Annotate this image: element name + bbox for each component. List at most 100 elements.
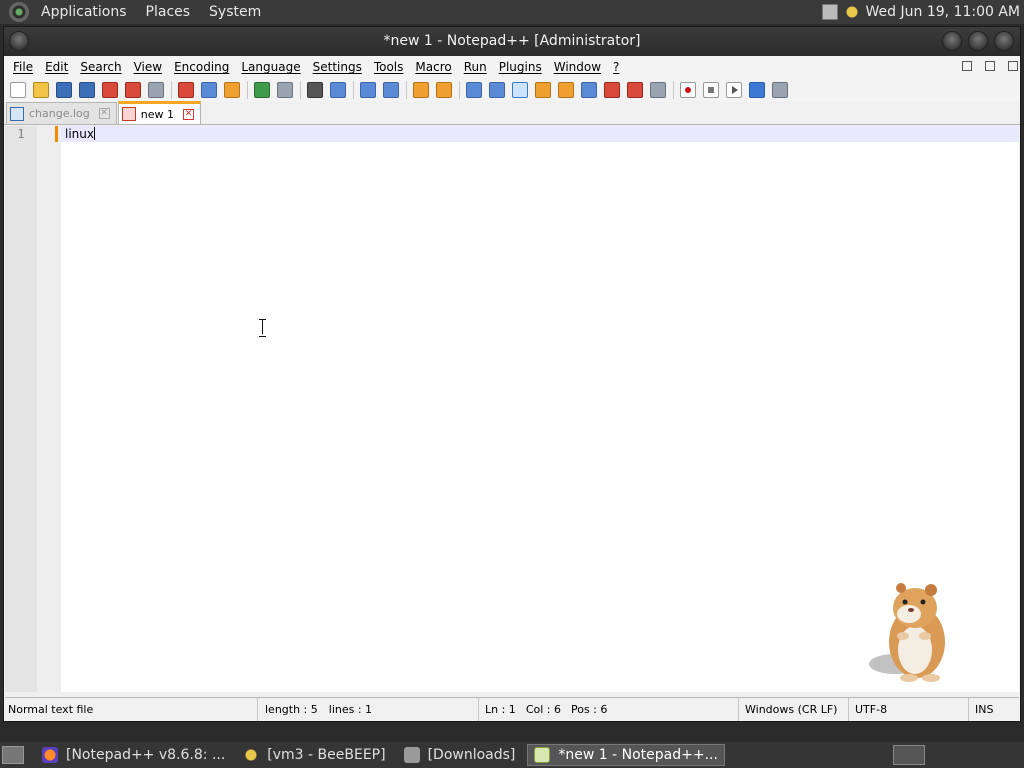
line-number: 1 xyxy=(17,127,25,141)
notepad-window: *new 1 - Notepad++ [Administrator] File … xyxy=(3,26,1021,722)
doc-restore-button[interactable] xyxy=(985,61,995,71)
print-icon[interactable] xyxy=(148,82,164,98)
distro-logo-icon[interactable] xyxy=(9,2,29,22)
menu-view[interactable]: View xyxy=(128,60,168,74)
tab-change-log[interactable]: change.log ✕ xyxy=(6,102,117,124)
menu-edit[interactable]: Edit xyxy=(39,60,74,74)
doc-minimize-button[interactable] xyxy=(962,61,972,71)
document-map-icon[interactable] xyxy=(581,82,597,98)
taskbar-item-notepadpp-site[interactable]: [Notepad++ v8.6.8: ... xyxy=(36,744,231,766)
window-titlebar[interactable]: *new 1 - Notepad++ [Administrator] xyxy=(4,27,1020,56)
change-marker xyxy=(55,126,58,142)
mouse-ibeam-cursor xyxy=(259,319,267,337)
taskbar-item-beebeep[interactable]: [vm3 - BeeBEEP] xyxy=(237,744,391,766)
menu-encoding[interactable]: Encoding xyxy=(168,60,235,74)
monitoring-icon[interactable] xyxy=(650,82,666,98)
menu-help[interactable]: ? xyxy=(607,60,625,74)
status-length-lines: length : 5 lines : 1 xyxy=(258,698,479,721)
show-desktop-icon[interactable] xyxy=(2,746,24,764)
menu-plugins[interactable]: Plugins xyxy=(493,60,548,74)
current-line-highlight xyxy=(61,126,1019,142)
taskbar: [Notepad++ v8.6.8: ... [vm3 - BeeBEEP] [… xyxy=(0,742,1024,768)
hamster-mascot-image xyxy=(869,583,945,682)
zoom-in-icon[interactable] xyxy=(360,82,376,98)
toolbar xyxy=(4,78,1020,102)
tab-close-icon[interactable]: ✕ xyxy=(98,108,110,119)
taskbar-item-notepadpp[interactable]: *new 1 - Notepad++... xyxy=(527,744,725,766)
text-caret xyxy=(93,127,95,140)
tab-label: change.log xyxy=(29,107,90,120)
save-all-icon[interactable] xyxy=(79,82,95,98)
places-menu[interactable]: Places xyxy=(139,4,198,20)
tab-close-icon[interactable]: ✕ xyxy=(182,108,194,120)
tab-label: new 1 xyxy=(140,107,174,121)
menu-bar: File Edit Search View Encoding Language … xyxy=(4,56,1020,78)
menu-run[interactable]: Run xyxy=(458,60,493,74)
sync-vertical-icon[interactable] xyxy=(413,82,429,98)
tab-new-1[interactable]: new 1 ✕ xyxy=(117,101,201,124)
fold-margin xyxy=(37,126,61,692)
folder-workspace-icon[interactable] xyxy=(604,82,620,98)
beebeep-icon xyxy=(243,747,260,763)
system-menu[interactable]: System xyxy=(202,4,268,20)
clipboard-history-icon[interactable] xyxy=(627,82,643,98)
minimize-button[interactable] xyxy=(942,31,962,51)
sync-horizontal-icon[interactable] xyxy=(436,82,452,98)
status-encoding: UTF-8 xyxy=(849,698,969,721)
word-wrap-icon[interactable] xyxy=(466,82,482,98)
line-number-gutter xyxy=(5,126,37,692)
menu-language[interactable]: Language xyxy=(235,60,306,74)
close-all-icon[interactable] xyxy=(125,82,141,98)
cut-icon[interactable] xyxy=(178,82,194,98)
file-icon xyxy=(121,107,136,121)
notepad-icon xyxy=(534,747,551,763)
run-macro-multiple-icon[interactable] xyxy=(749,82,765,98)
beebeep-tray-icon[interactable] xyxy=(843,4,860,20)
status-eol: Windows (CR LF) xyxy=(739,698,849,721)
new-file-icon[interactable] xyxy=(10,82,26,98)
taskbar-item-downloads[interactable]: [Downloads] xyxy=(398,744,522,766)
menu-tools[interactable]: Tools xyxy=(368,60,410,74)
workspace-switcher-icon[interactable] xyxy=(893,745,925,765)
close-button[interactable] xyxy=(994,31,1014,51)
redo-icon[interactable] xyxy=(277,82,293,98)
status-bar: Normal text file length : 5 lines : 1 Ln… xyxy=(5,697,1019,721)
menu-search[interactable]: Search xyxy=(74,60,127,74)
undo-icon[interactable] xyxy=(254,82,270,98)
close-icon[interactable] xyxy=(102,82,118,98)
copy-icon[interactable] xyxy=(201,82,217,98)
language-icon[interactable] xyxy=(535,82,551,98)
clock[interactable]: Wed Jun 19, 11:00 AM xyxy=(866,4,1020,20)
menu-settings[interactable]: Settings xyxy=(307,60,368,74)
show-all-chars-icon[interactable] xyxy=(489,82,505,98)
doc-close-button[interactable] xyxy=(1008,61,1018,71)
folder-icon xyxy=(403,747,420,763)
paste-icon[interactable] xyxy=(224,82,240,98)
save-icon[interactable] xyxy=(56,82,72,98)
zoom-out-icon[interactable] xyxy=(383,82,399,98)
menu-file[interactable]: File xyxy=(7,60,39,74)
file-icon xyxy=(10,106,24,121)
function-list-icon[interactable] xyxy=(558,82,574,98)
editor-text[interactable]: linux xyxy=(65,126,95,142)
save-macro-icon[interactable] xyxy=(772,82,788,98)
applications-menu[interactable]: Applications xyxy=(34,4,134,20)
open-file-icon[interactable] xyxy=(33,82,49,98)
status-filetype: Normal text file xyxy=(5,698,258,721)
status-insert-mode: INS xyxy=(975,703,994,716)
menu-window[interactable]: Window xyxy=(548,60,607,74)
editor-area[interactable]: 1 linux xyxy=(5,126,1019,692)
indent-guide-icon[interactable] xyxy=(512,82,528,98)
playback-macro-icon[interactable] xyxy=(726,82,742,98)
top-panel: Applications Places System Wed Jun 19, 1… xyxy=(0,0,1024,24)
record-macro-icon[interactable] xyxy=(680,82,696,98)
replace-icon[interactable] xyxy=(330,82,346,98)
menu-macro[interactable]: Macro xyxy=(409,60,457,74)
find-icon[interactable] xyxy=(307,82,323,98)
status-position: Ln : 1 Col : 6 Pos : 6 xyxy=(479,698,739,721)
window-menu-button[interactable] xyxy=(9,31,29,51)
stop-record-icon[interactable] xyxy=(703,82,719,98)
tab-bar: change.log ✕ new 1 ✕ xyxy=(4,101,1020,125)
network-icon[interactable] xyxy=(821,4,838,20)
maximize-button[interactable] xyxy=(968,31,988,51)
